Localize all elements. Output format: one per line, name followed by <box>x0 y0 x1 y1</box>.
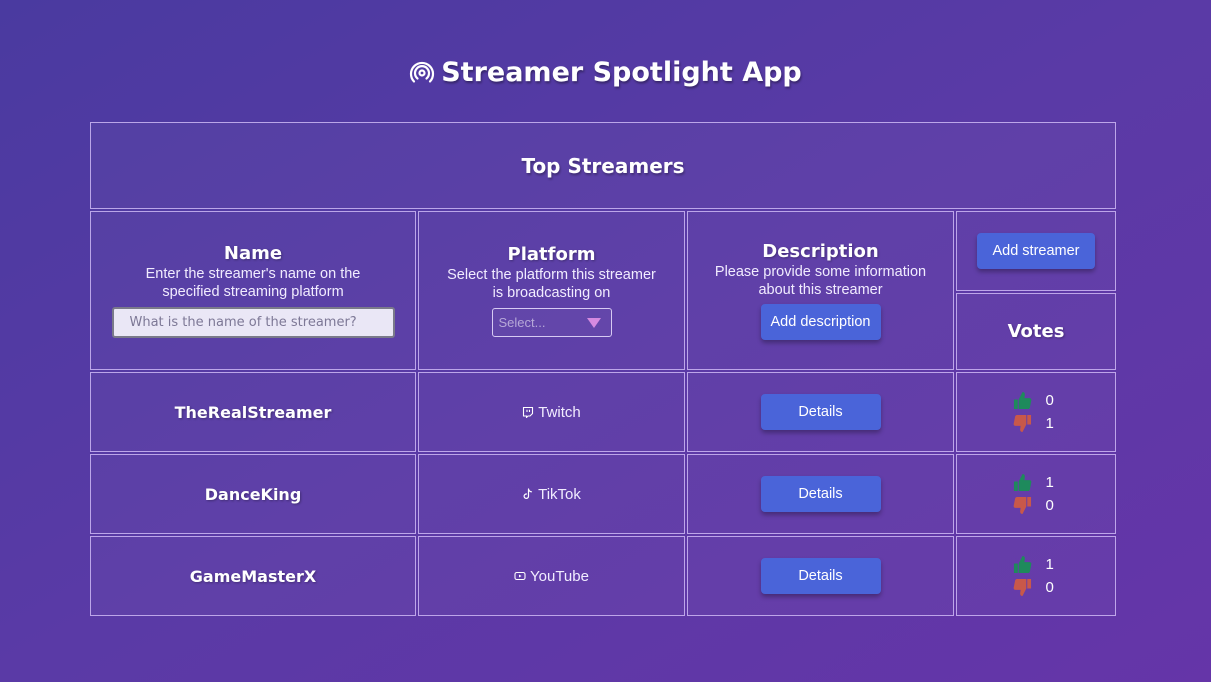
thumbs-down-icon <box>1013 578 1031 597</box>
platform-label: TikTok <box>538 485 581 503</box>
votes-column-title: Votes <box>1007 320 1065 342</box>
add-streamer-button[interactable]: Add streamer <box>977 233 1095 269</box>
upvote-count: 0 <box>1045 392 1054 409</box>
name-column-header: Name Enter the streamer's name on the sp… <box>90 211 416 370</box>
upvote-button[interactable]: 1 <box>1013 471 1060 494</box>
platform-label: YouTube <box>530 567 589 585</box>
description-column-header: Description Please provide some informat… <box>687 211 954 370</box>
table-row-name: DanceKing <box>90 454 416 534</box>
app-title: Streamer Spotlight App <box>0 52 1211 92</box>
add-streamer-cell: Add streamer <box>956 211 1116 291</box>
streamer-name: DanceKing <box>204 484 302 504</box>
table-header: Top Streamers <box>90 122 1116 209</box>
platform-select[interactable]: Select... <box>491 308 612 337</box>
table-row-platform: Twitch <box>418 372 685 452</box>
details-button[interactable]: Details <box>760 558 881 594</box>
streamer-name-input[interactable] <box>111 307 395 338</box>
table-row-platform: TikTok <box>418 454 685 534</box>
chevron-down-icon <box>586 317 601 328</box>
twitch-icon <box>523 406 534 418</box>
platform-label: Twitch <box>538 403 581 421</box>
youtube-icon <box>514 571 526 581</box>
table-row-details: Details <box>687 454 954 534</box>
platform-column-hint: Select the platform this streamer is bro… <box>447 267 656 301</box>
thumbs-up-icon <box>1013 473 1031 492</box>
upvote-button[interactable]: 1 <box>1013 553 1060 576</box>
platform-column-header: Platform Select the platform this stream… <box>418 211 685 370</box>
upvote-count: 1 <box>1045 556 1054 573</box>
add-description-button[interactable]: Add description <box>760 304 881 340</box>
upvote-count: 1 <box>1045 474 1054 491</box>
table-row-details: Details <box>687 536 954 616</box>
table-title: Top Streamers <box>521 153 685 178</box>
details-button[interactable]: Details <box>760 394 881 430</box>
details-button[interactable]: Details <box>760 476 881 512</box>
platform-column-title: Platform <box>507 244 596 265</box>
downvote-count: 0 <box>1045 497 1054 514</box>
table-row-name: GameMasterX <box>90 536 416 616</box>
downvote-count: 1 <box>1045 415 1054 432</box>
upvote-button[interactable]: 0 <box>1013 389 1060 412</box>
downvote-count: 0 <box>1045 579 1054 596</box>
table-row-name: TheRealStreamer <box>90 372 416 452</box>
name-column-hint: Enter the streamer's name on the specifi… <box>145 266 361 300</box>
app-title-text: Streamer Spotlight App <box>441 56 802 88</box>
description-column-hint: Please provide some information about th… <box>714 264 927 298</box>
broadcast-icon <box>410 61 435 83</box>
streamer-name: TheRealStreamer <box>174 402 332 422</box>
downvote-button[interactable]: 0 <box>1013 494 1060 517</box>
downvote-button[interactable]: 1 <box>1013 412 1060 435</box>
streamer-name: GameMasterX <box>189 566 317 586</box>
thumbs-down-icon <box>1013 414 1031 433</box>
table-row-votes: 0 1 <box>956 372 1116 452</box>
votes-column-header: Votes <box>956 293 1116 370</box>
table-row-votes: 1 0 <box>956 536 1116 616</box>
table-row-details: Details <box>687 372 954 452</box>
table-row-platform: YouTube <box>418 536 685 616</box>
thumbs-up-icon <box>1013 555 1031 574</box>
thumbs-up-icon <box>1013 391 1031 410</box>
downvote-button[interactable]: 0 <box>1013 576 1060 599</box>
platform-select-value: Select... <box>498 315 546 330</box>
name-column-title: Name <box>223 243 283 264</box>
thumbs-down-icon <box>1013 496 1031 515</box>
description-column-title: Description <box>762 241 879 262</box>
table-row-votes: 1 0 <box>956 454 1116 534</box>
tiktok-icon <box>523 488 533 499</box>
